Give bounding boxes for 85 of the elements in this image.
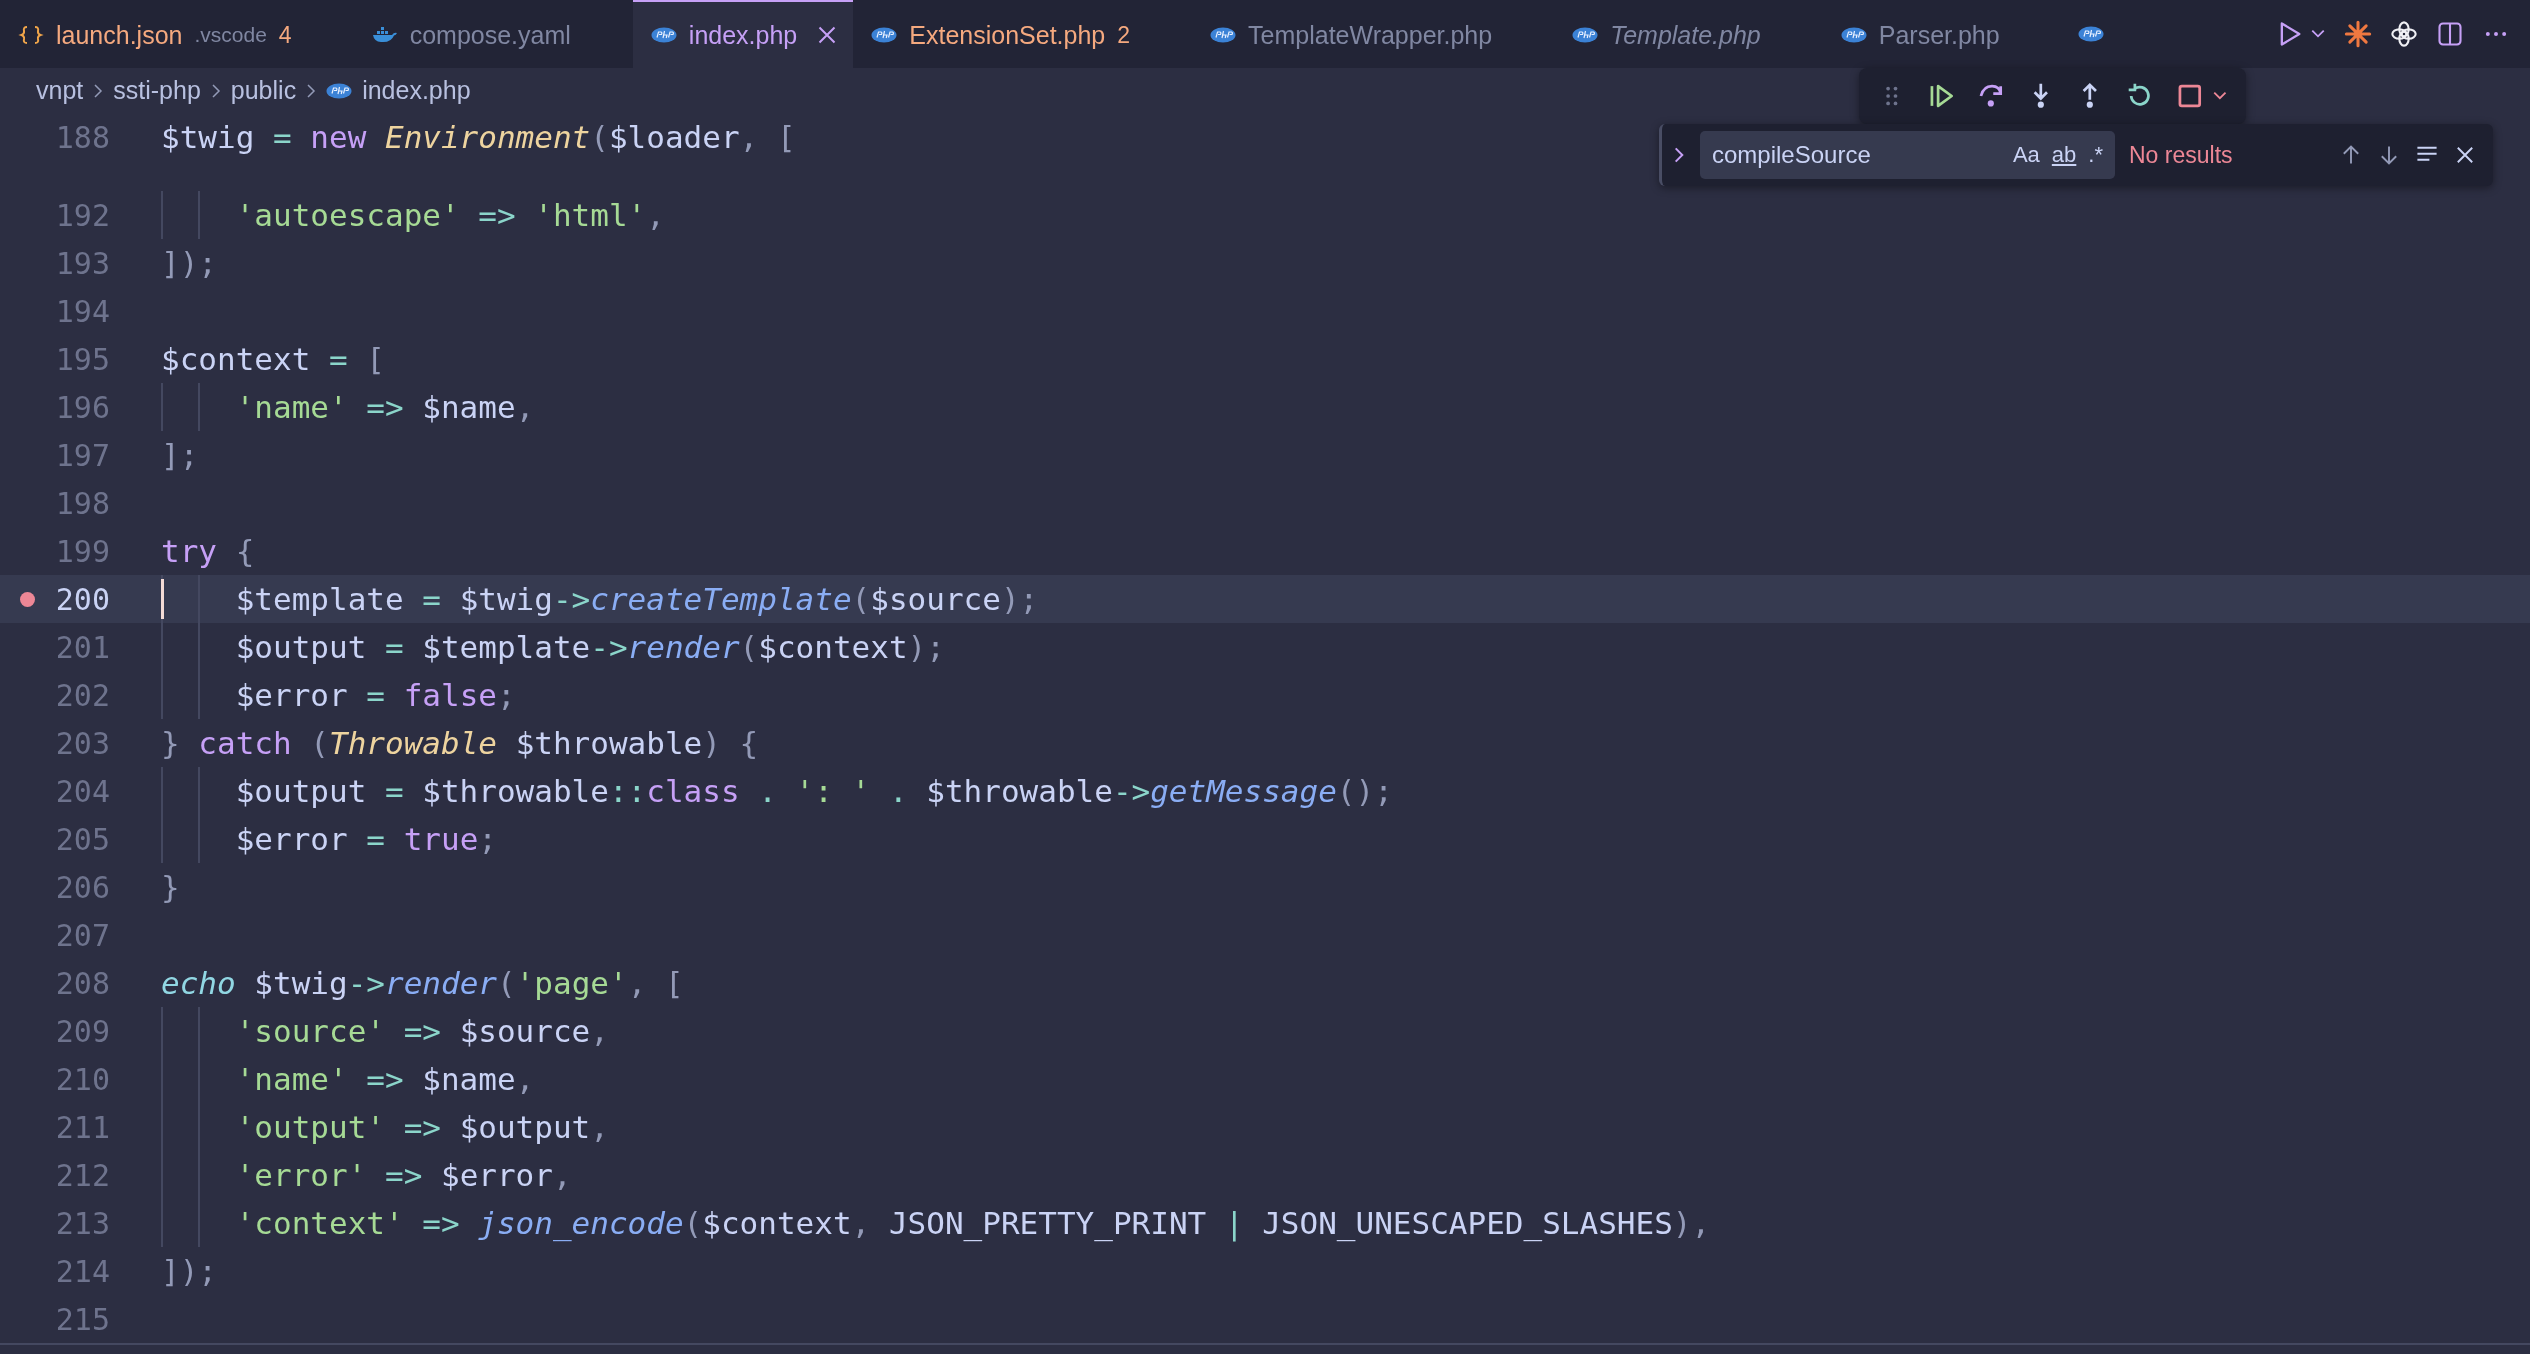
chevron-right-icon (210, 82, 221, 99)
code-line: ]); (161, 245, 217, 281)
editor-tab[interactable]: launch.json .vscode 4 (0, 0, 354, 68)
line-number: 194 (55, 293, 110, 329)
code-line: $error = false; (234, 677, 516, 713)
file-type-icon (326, 81, 353, 100)
braces-icon (18, 26, 44, 44)
line-number: 201 (55, 629, 110, 665)
editor-tab[interactable]: ExtensionSet.php 2 (853, 0, 1193, 68)
line-number: 196 (55, 389, 110, 425)
chevron-right-icon (93, 82, 104, 99)
code-line: 'context' => json_encode($context, JSON_PRETTY_PRINT | JSON_UNESCAPED_SLASHES), (234, 1205, 1711, 1241)
line-number: 197 (55, 437, 110, 473)
problem-count: 2 (1117, 21, 1131, 49)
code-line: 'error' => $error, (234, 1157, 572, 1193)
problem-count: 4 (278, 21, 292, 49)
line-number: 200 (55, 581, 110, 617)
breadcrumb-item[interactable]: vnpt (36, 76, 84, 105)
editor-tab[interactable]: TemplateWrapper.php (1192, 0, 1555, 68)
breadcrumb-item[interactable]: ssti-php (113, 76, 201, 105)
code-line: $template = $twig->createTemplate($source); (234, 581, 1039, 617)
line-number: 209 (55, 1013, 110, 1049)
line-number: 192 (55, 197, 110, 233)
breakpoint-icon[interactable] (20, 592, 35, 607)
line-number: 195 (55, 341, 110, 377)
line-number: 208 (55, 965, 110, 1001)
tab-label: launch.json (56, 20, 183, 50)
search-field[interactable]: compileSource Aa ab .* (1700, 131, 2115, 179)
tab-label: ExtensionSet.php (909, 20, 1106, 50)
editor-tab[interactable]: Template.php (1554, 0, 1823, 68)
tab-label: Template.php (1610, 20, 1761, 50)
sparkle-icon[interactable] (2344, 20, 2372, 48)
line-number: 211 (55, 1109, 110, 1145)
code-line: try { (161, 533, 255, 569)
code-line: ]); (161, 1253, 217, 1289)
line-number: 193 (55, 245, 110, 281)
line-number: 207 (55, 917, 110, 953)
code-line: } (161, 869, 180, 905)
breadcrumb-item[interactable]: index.php (362, 76, 471, 105)
line-number: 213 (55, 1205, 110, 1241)
line-number: 205 (55, 821, 110, 857)
chevron-right-icon (306, 82, 317, 99)
code-line: 'name' => $name, (234, 389, 535, 425)
tab-label: TemplateWrapper.php (1248, 20, 1493, 50)
line-number: 212 (55, 1157, 110, 1193)
code-line: $twig = new Environment($loader, [ (161, 119, 796, 155)
code-line: $output = $template->render($context); (234, 629, 945, 665)
tab-description: .vscode (194, 23, 267, 47)
line-number: 188 (55, 119, 110, 155)
file-type-icon (871, 26, 898, 44)
line-number: 202 (55, 677, 110, 713)
tab-label: Parser.php (1878, 20, 2000, 50)
code-line: $error = true; (234, 821, 497, 857)
line-number: 203 (55, 725, 110, 761)
editor-tab[interactable]: index.php (632, 0, 854, 68)
file-type-icon (1210, 26, 1237, 44)
code-line: 'output' => $output, (234, 1109, 609, 1145)
line-number: 206 (55, 869, 110, 905)
code-line: echo $twig->render('page', [ (161, 965, 684, 1001)
line-number: 210 (55, 1061, 110, 1097)
file-type-icon (1840, 26, 1867, 44)
editor-tab[interactable]: Parser.php (1822, 0, 2062, 68)
tab-label: compose.yaml (409, 20, 571, 50)
code-line: 'name' => $name, (234, 1061, 535, 1097)
line-number: 198 (55, 485, 110, 521)
code-line: $output = $throwable::class . ': ' . $throwable->getMessage(); (234, 773, 1393, 809)
code-line: } catch (Throwable $throwable) { (161, 725, 759, 761)
knot-icon[interactable] (2390, 20, 2418, 48)
code-line: 'autoescape' => 'html', (234, 197, 665, 233)
close-icon[interactable] (817, 25, 838, 45)
tab-label: index.php (688, 20, 798, 50)
code-line: 'source' => $source, (234, 1013, 609, 1049)
file-type-icon (1572, 26, 1599, 44)
line-number: 204 (55, 773, 110, 809)
editor-tab[interactable]: compose.yaml (353, 0, 633, 68)
file-type-icon (2077, 25, 2104, 43)
split-editor-icon[interactable] (2436, 20, 2464, 48)
whale-icon (371, 26, 398, 44)
code-line: $context = [ (161, 341, 385, 377)
file-type-icon (650, 26, 677, 44)
code-line: ]; (161, 437, 199, 473)
breadcrumb-item[interactable]: public (230, 76, 297, 105)
line-number: 214 (55, 1253, 110, 1289)
line-number: 215 (55, 1301, 110, 1337)
line-number: 199 (55, 533, 110, 569)
